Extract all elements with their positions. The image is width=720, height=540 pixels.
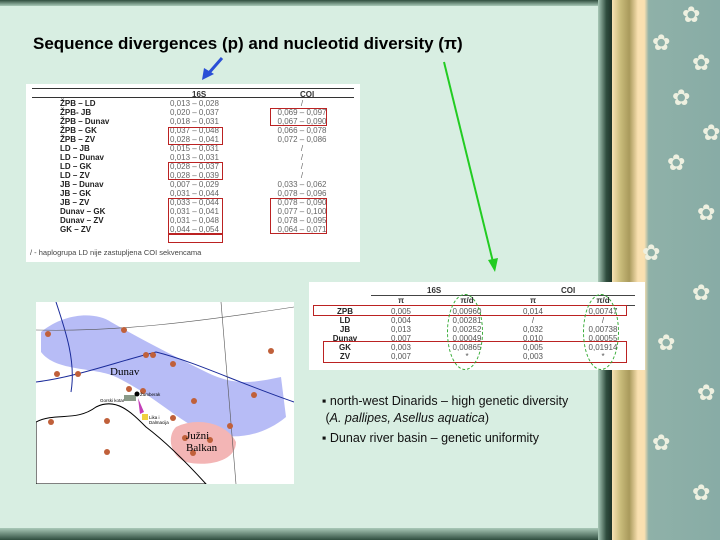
highlight-box xyxy=(168,198,223,234)
frame-bottom xyxy=(0,528,612,540)
blue-arrow-icon xyxy=(206,57,224,75)
divergence-table: 16S COI ŽPB – LD 0,013 – 0,028 / ŽPB- JB 0,0… xyxy=(26,84,360,262)
pair-label: JB – GK xyxy=(60,189,92,198)
flower-icon: ✿ xyxy=(657,330,676,355)
pair-label: Dunav – GK xyxy=(60,207,106,216)
green-arrow-icon xyxy=(443,61,494,263)
highlight-box xyxy=(270,108,327,126)
value-16s: 0,031 – 0,044 xyxy=(170,189,219,198)
diversity-table: 16S COI π π/d π π/d ZPB 0,005 0,00960 0,014… xyxy=(309,282,645,370)
value-16s: 0,013 – 0,031 xyxy=(170,153,219,162)
bullet-item: ▪ Dunav river basin – genetic uniformity xyxy=(322,431,540,445)
map-label-zpb: Žumberak xyxy=(140,392,161,397)
value: 0,032 xyxy=(522,325,544,334)
value: / xyxy=(531,316,535,325)
pair-label: GK – ZV xyxy=(60,225,92,234)
group-header-16s: 16S xyxy=(427,286,442,295)
decorative-border: ✿ ✿ ✿ ✿ ✿ ✿ ✿ ✿ ✿ ✿ ✿ ✿ ✿ xyxy=(612,0,720,540)
pair-label: LD – Dunav xyxy=(60,153,105,162)
bullet-list: ▪ north-west Dinarids – high genetic div… xyxy=(322,393,568,451)
highlight-box xyxy=(168,162,223,180)
value-16s: 0,015 – 0,031 xyxy=(170,144,219,153)
highlight-box xyxy=(168,234,223,243)
flower-icon: ✿ xyxy=(667,150,686,175)
bullet-text: Dunav river basin – genetic uniformity xyxy=(329,431,540,445)
bullet-text: north-west Dinarids – high genetic diver… xyxy=(329,394,569,408)
map-label-ld: Lika i Dalmacija xyxy=(149,415,169,425)
green-arrowhead-icon xyxy=(488,258,498,272)
highlight-box xyxy=(270,198,327,234)
pair-label: JB – ZV xyxy=(60,198,90,207)
bullet-item: ▪ north-west Dinarids – high genetic div… xyxy=(322,394,569,425)
flower-icon: ✿ xyxy=(642,240,661,265)
map-graphic xyxy=(36,302,294,484)
map-label-dunav: Dunav xyxy=(110,366,140,378)
highlight-ellipse xyxy=(447,294,483,370)
flower-icon: ✿ xyxy=(697,380,716,405)
pair-label: Dunav – ZV xyxy=(60,216,104,225)
pair-label: LD – JB xyxy=(60,144,90,153)
value-16s: 0,013 – 0,028 xyxy=(170,99,219,108)
pair-label: LD – GK xyxy=(60,162,92,171)
highlight-box xyxy=(168,127,223,145)
pair-label: JB – Dunav xyxy=(60,180,104,189)
table-row: JB – Dunav 0,007 – 0,029 0,033 – 0,062 xyxy=(26,180,360,189)
table-row: JB – GK 0,031 – 0,044 0,078 – 0,096 xyxy=(26,189,360,198)
value: 0,013 xyxy=(390,325,412,334)
pair-label: ŽPB – LD xyxy=(60,99,96,108)
flower-icon: ✿ xyxy=(682,2,701,27)
pair-label: ŽPB – Dunav xyxy=(60,117,110,126)
table-row: ŽPB – LD 0,013 – 0,028 / xyxy=(26,99,360,108)
header-coi: COI xyxy=(300,90,315,99)
map-label-gk: Gorski kotar xyxy=(100,398,125,403)
value-coi: / xyxy=(300,144,304,153)
value-coi: / xyxy=(300,153,304,162)
value-coi: 0,072 – 0,086 xyxy=(277,135,327,144)
value-coi: 0,066 – 0,078 xyxy=(277,126,327,135)
table-header: 16S COI xyxy=(32,88,354,99)
value-16s: 0,018 – 0,031 xyxy=(170,117,219,126)
flower-icon: ✿ xyxy=(672,85,691,110)
table-note: / - haplogrupa LD nije zastupljena COI s… xyxy=(30,248,202,257)
pair-label: LD – ZV xyxy=(60,171,90,180)
map-label-south-balkan: Južni Balkan xyxy=(186,430,218,454)
value-16s: 0,020 – 0,037 xyxy=(170,108,219,117)
pair-label: ŽPB – GK xyxy=(60,126,97,135)
header-16s: 16S xyxy=(192,90,207,99)
pair-label: ŽPB- JB xyxy=(60,108,92,117)
group-header-coi: COI xyxy=(561,286,576,295)
value-coi: 0,078 – 0,096 xyxy=(277,189,327,198)
species-text: A. pallipes, Asellus aquatica xyxy=(329,410,485,425)
sub-header: π xyxy=(397,296,405,305)
table-row: LD – Dunav 0,013 – 0,031 / xyxy=(26,153,360,162)
highlight-ellipse xyxy=(583,294,619,370)
value-coi: / xyxy=(300,171,304,180)
value-16s: 0,007 – 0,029 xyxy=(170,180,219,189)
flower-icon: ✿ xyxy=(652,430,671,455)
sub-header: π xyxy=(529,296,537,305)
flower-icon: ✿ xyxy=(652,30,671,55)
value-coi: / xyxy=(300,162,304,171)
population-label: LD xyxy=(339,316,351,325)
flower-icon: ✿ xyxy=(702,120,720,145)
flower-icon: ✿ xyxy=(697,200,716,225)
flower-icon: ✿ xyxy=(692,480,711,505)
distribution-map: Dunav Južni Balkan Gorski kotar Žumberak… xyxy=(36,302,294,484)
value-coi: 0,033 – 0,062 xyxy=(277,180,327,189)
value: 0,004 xyxy=(390,316,412,325)
flower-icon: ✿ xyxy=(692,50,711,75)
table-row: LD – JB 0,015 – 0,031 / xyxy=(26,144,360,153)
frame-edge xyxy=(598,0,612,540)
population-label: JB xyxy=(339,325,351,334)
flower-icon: ✿ xyxy=(692,280,711,305)
pair-label: ŽPB – ZV xyxy=(60,135,96,144)
value-coi: / xyxy=(300,99,304,108)
